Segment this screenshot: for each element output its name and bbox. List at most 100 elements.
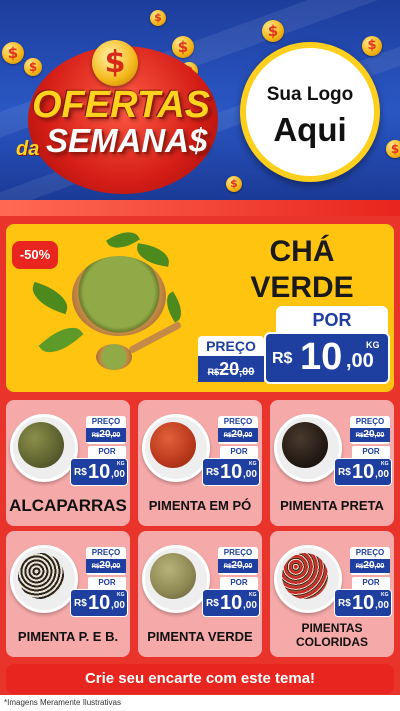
store-logo-placeholder: Sua Logo Aqui [240,42,380,182]
old-price-box: PREÇO R$20,00 [218,416,258,444]
green-tea-bowl-image [72,256,166,336]
product-card: PREÇO R$20,00 POR R$ 10,00 KG PIMENTA EM PÓ [138,400,262,526]
unit: KG [117,461,125,467]
old-price-currency: R$ [207,367,220,377]
por-label: POR [352,446,390,458]
hero-old-price-box: PREÇO R$20,00 [198,336,264,382]
dollar-coin-icon: $ [150,10,166,26]
old-price-int: 20 [231,429,243,440]
product-card: PREÇO R$20,00 POR R$ 10,00 KG PIMENTA VERDE [138,531,262,657]
unit: KG [381,592,389,598]
currency: R$ [74,598,87,609]
currency: R$ [74,467,87,478]
old-price-int: 20 [219,359,240,379]
product-image [10,545,78,613]
price-int: 10 [88,592,111,614]
price-label: PREÇO [223,417,253,426]
cta-banner[interactable]: Crie seu encarte com este tema! [6,664,394,694]
hero-price-int: 10 [300,336,343,378]
green-tea-spoon-image [96,344,132,370]
product-card: PREÇO R$20,00 POR R$ 10,00 KG PIMENTA PRETA [270,400,394,526]
new-price-box: R$ 10,00 KG [70,589,128,617]
product-image [142,545,210,613]
old-price-box: PREÇO R$20,00 [350,547,390,575]
discount-badge: -50% [12,241,58,269]
old-price-cents: ,00 [242,563,253,570]
product-image [274,414,342,482]
old-price-int: 20 [363,560,375,571]
product-card: PREÇO R$20,00 POR R$ 10,00 KG ALCAPARRAS [6,400,130,526]
por-label: POR [220,577,258,589]
spice-texture [150,553,196,599]
unit: KG [249,461,257,467]
old-price-cents: ,00 [110,563,121,570]
dollar-coin-icon: $ [226,176,242,192]
product-name: PIMENTA VERDE [147,629,253,644]
price-int: 10 [352,592,375,614]
spice-texture [282,553,328,599]
hero-price-label: PREÇO [206,338,256,354]
hero-currency: R$ [272,350,293,367]
unit: KG [249,592,257,598]
hero-old-price: R$20,00 [198,356,264,382]
old-price: R$20,00 [218,428,258,442]
price-cents: ,00 [111,600,125,611]
old-price: R$20,00 [86,428,126,442]
new-price-box: R$ 10,00 KG [202,589,260,617]
title-semana: SEMANA$ [46,122,208,159]
dollar-coin-icon: $ [24,58,42,76]
price-label: PREÇO [91,548,121,557]
old-price-cents: ,00 [242,432,253,439]
old-price: R$20,00 [350,559,390,573]
product-image [10,414,78,482]
unit: KG [117,592,125,598]
price-cents: ,00 [111,469,125,480]
unit: KG [381,461,389,467]
currency: R$ [338,598,351,609]
price-int: 10 [220,461,243,483]
old-price: R$20,00 [218,559,258,573]
price-label: PREÇO [91,417,121,426]
hero-price-cents: ,00 [346,350,374,372]
hero-product-name: CHÁ VERDE [250,235,354,304]
divider-band [0,200,400,216]
old-price-box: PREÇO R$20,00 [86,416,126,444]
product-name: PIMENTA P. E B. [17,629,119,644]
por-label: POR [88,577,126,589]
dollar-coin-icon: $ [172,36,194,58]
price-cents: ,00 [375,469,389,480]
old-price-cents: ,00 [374,432,385,439]
product-card: PREÇO R$20,00 POR R$ 10,00 KG PIMENTA P. E B. [6,531,130,657]
dollar-coin-icon: $ [262,20,284,42]
new-price-box: R$ 10,00 KG [202,458,260,486]
price-int: 10 [220,592,243,614]
logo-text-line2: Aqui [273,111,347,148]
price-int: 10 [88,461,111,483]
product-name: ALCAPARRAS [9,496,127,515]
price-cents: ,00 [375,600,389,611]
old-price: R$20,00 [350,428,390,442]
por-label: POR [352,577,390,589]
price-label: PREÇO [355,417,385,426]
currency: R$ [338,467,351,478]
dollar-coin-icon: $ [2,42,24,64]
por-label: POR [88,446,126,458]
product-name: PIMENTA PRETA [280,498,384,513]
old-price-int: 20 [99,560,111,571]
old-price-cents: ,00 [239,366,255,378]
old-price-box: PREÇO R$20,00 [86,547,126,575]
old-price: R$20,00 [86,559,126,573]
dollar-coin-icon: $ [92,40,138,86]
product-name: PIMENTA EM PÓ [148,498,252,513]
currency: R$ [206,467,219,478]
old-price-box: PREÇO R$20,00 [350,416,390,444]
product-name: PIMENTAS COLORIDAS [296,621,368,649]
new-price-box: R$ 10,00 KG [334,589,392,617]
price-label: PREÇO [223,548,253,557]
price-cents: ,00 [243,469,257,480]
old-price-int: 20 [99,429,111,440]
price-cents: ,00 [243,600,257,611]
footer-disclaimer: *Imagens Meramente Ilustrativas [0,695,400,711]
hero-new-price-box: R$ 10 ,00 KG [264,332,390,384]
logo-text-line1: Sua Logo [266,84,354,105]
